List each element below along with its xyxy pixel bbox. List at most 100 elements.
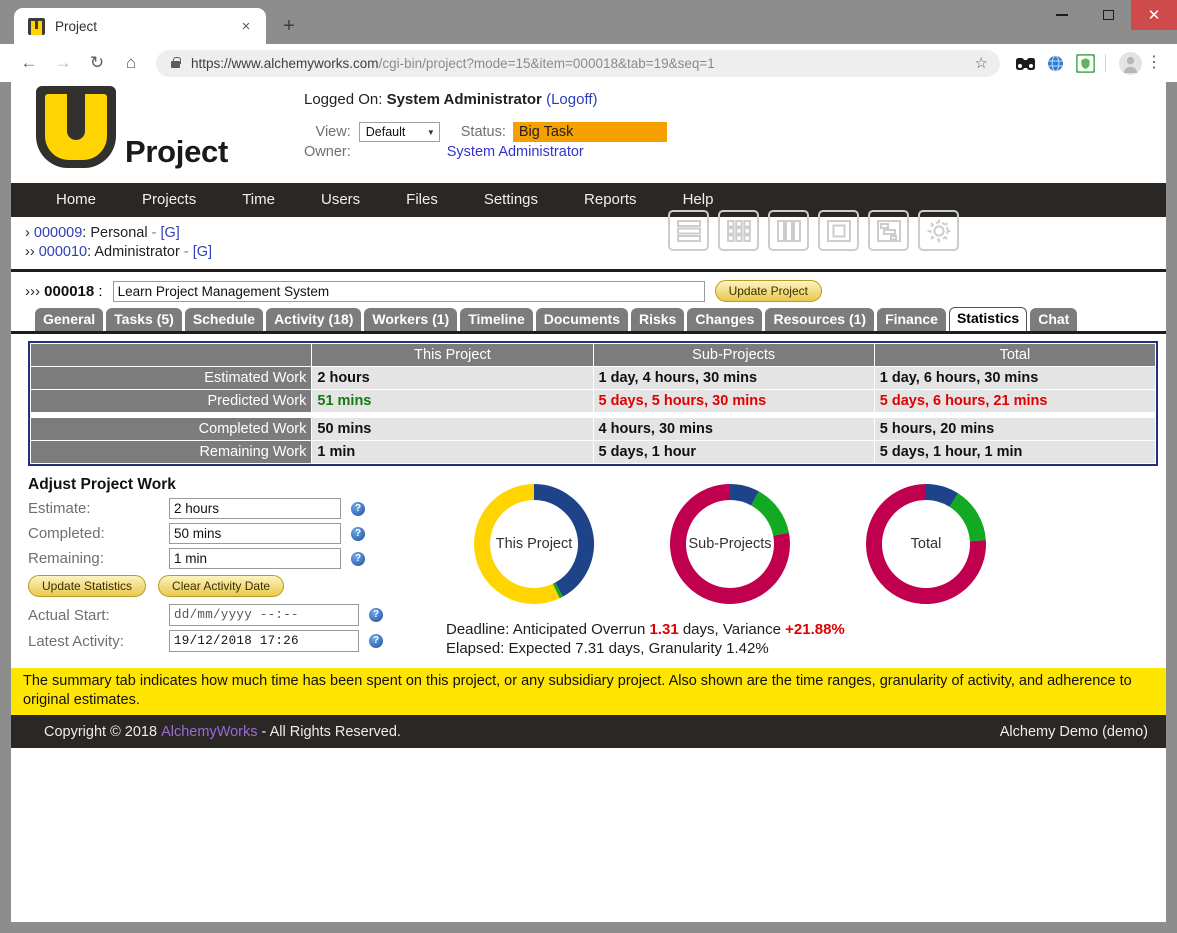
app-title: Project <box>125 134 228 169</box>
tab-schedule[interactable]: Schedule <box>184 308 264 331</box>
nav-item-home[interactable]: Home <box>33 183 119 217</box>
latest-activity-row: Latest Activity: ? <box>28 630 428 652</box>
breadcrumb-id[interactable]: 000009 <box>34 225 82 241</box>
table-row: Predicted Work 51 mins 5 days, 5 hours, … <box>31 390 1155 412</box>
browser-tab[interactable]: Project × <box>14 8 266 44</box>
grid-view-icon[interactable] <box>718 210 759 251</box>
tab-statistics[interactable]: Statistics <box>948 307 1028 331</box>
clear-activity-date-button[interactable]: Clear Activity Date <box>158 575 285 597</box>
tab-tasks[interactable]: Tasks (5) <box>106 308 182 331</box>
maximize-button[interactable] <box>1085 0 1131 30</box>
tab-workers[interactable]: Workers (1) <box>364 308 458 331</box>
tab-changes[interactable]: Changes <box>687 308 763 331</box>
view-mode-icons <box>668 210 959 251</box>
browser-menu-icon[interactable]: ⋮ <box>1143 54 1165 70</box>
settings-gear-icon[interactable] <box>918 210 959 251</box>
logged-on-user: System Administrator <box>386 91 542 108</box>
breadcrumb-tag[interactable]: [G] <box>160 225 179 241</box>
cell-predicted-this-project: 51 mins <box>312 390 593 412</box>
view-select-value: Default <box>365 125 406 139</box>
latest-activity-input[interactable] <box>169 630 359 652</box>
tab-general[interactable]: General <box>35 308 104 331</box>
estimate-input[interactable] <box>169 498 341 519</box>
project-name-input[interactable] <box>112 280 705 302</box>
nav-item-projects[interactable]: Projects <box>119 183 219 217</box>
actual-start-label: Actual Start: <box>28 606 110 624</box>
browser-window: Project × + ✕ ← → ↻ ⌂ https://www.alchem… <box>0 0 1177 933</box>
cell-completed-this-project: 50 mins <box>312 418 593 440</box>
breadcrumb-dash: - <box>183 244 189 260</box>
cell-remaining-this-project: 1 min <box>312 441 593 463</box>
actual-start-input[interactable] <box>169 604 359 626</box>
forward-icon[interactable]: → <box>48 48 78 78</box>
new-tab-icon[interactable]: + <box>274 11 304 41</box>
row-label-remaining-work: Remaining Work <box>31 441 312 463</box>
cell-remaining-total: 5 days, 1 hour, 1 min <box>874 441 1155 463</box>
latest-activity-label: Latest Activity: <box>28 632 124 650</box>
help-icon[interactable]: ? <box>369 608 383 622</box>
browser-toolbar: ← → ↻ ⌂ https://www.alchemyworks.com /cg… <box>0 44 1177 82</box>
brand-link[interactable]: AlchemyWorks <box>161 724 257 740</box>
statistics-table-wrap: This Project Sub-Projects Total Estimate… <box>11 334 1166 466</box>
deadline-prefix: Deadline: Anticipated Overrun <box>446 621 646 638</box>
minimize-button[interactable] <box>1039 0 1085 30</box>
reload-icon[interactable]: ↻ <box>82 48 112 78</box>
tab-documents[interactable]: Documents <box>535 308 628 331</box>
back-icon[interactable]: ← <box>14 48 44 78</box>
tab-activity[interactable]: Activity (18) <box>266 308 362 331</box>
columns-view-icon[interactable] <box>768 210 809 251</box>
update-statistics-button[interactable]: Update Statistics <box>28 575 147 597</box>
nav-item-files[interactable]: Files <box>383 183 461 217</box>
breadcrumb-item: › 000009: Personal - [G] <box>25 224 1166 243</box>
extension-globe-icon[interactable] <box>1042 50 1068 76</box>
owner-label: Owner: <box>304 144 351 160</box>
nested-box-view-icon[interactable] <box>818 210 859 251</box>
view-select[interactable]: Default ▼ <box>358 122 440 142</box>
gantt-view-icon[interactable] <box>868 210 909 251</box>
tab-finance[interactable]: Finance <box>877 308 946 331</box>
nav-item-settings[interactable]: Settings <box>461 183 561 217</box>
row-label-completed-work: Completed Work <box>31 418 312 440</box>
tab-risks[interactable]: Risks <box>630 308 685 331</box>
overrun-value: 1.31 <box>649 621 679 638</box>
close-window-button[interactable]: ✕ <box>1131 0 1177 30</box>
project-arrow: ››› <box>25 282 40 300</box>
status-label: Status: <box>460 124 506 140</box>
nav-item-reports[interactable]: Reports <box>561 183 660 217</box>
nav-item-users[interactable]: Users <box>298 183 383 217</box>
lock-icon <box>171 57 181 68</box>
help-icon[interactable]: ? <box>351 551 365 566</box>
tab-chat[interactable]: Chat <box>1030 308 1078 331</box>
tab-resources[interactable]: Resources (1) <box>765 308 875 331</box>
cell-predicted-total: 5 days, 6 hours, 21 mins <box>874 390 1155 412</box>
extension-binoculars-icon[interactable] <box>1012 50 1038 76</box>
actual-start-row: Actual Start: ? <box>28 604 428 626</box>
help-icon[interactable]: ? <box>351 526 365 541</box>
completed-input[interactable] <box>169 523 341 544</box>
charts-panel: This Project Sub-Projects Total Deadline… <box>428 476 1166 658</box>
list-view-icon[interactable] <box>668 210 709 251</box>
profile-avatar-icon[interactable] <box>1117 50 1143 76</box>
info-banner: The summary tab indicates how much time … <box>11 668 1166 715</box>
remaining-input[interactable] <box>169 548 341 569</box>
bookmark-star-icon[interactable]: ☆ <box>965 54 988 72</box>
col-header-total: Total <box>874 344 1155 366</box>
deadline-mid: days, Variance <box>682 621 781 638</box>
nav-item-time[interactable]: Time <box>219 183 298 217</box>
update-project-button[interactable]: Update Project <box>714 280 822 302</box>
project-id-sep: : <box>98 282 103 300</box>
owner-value[interactable]: System Administrator <box>447 144 584 160</box>
logoff-link[interactable]: (Logoff) <box>546 91 597 108</box>
home-icon[interactable]: ⌂ <box>116 48 146 78</box>
copyright-prefix: Copyright © 2018 <box>44 723 158 740</box>
cell-remaining-sub-projects: 5 days, 1 hour <box>593 441 874 463</box>
app-logo: Project <box>36 86 228 169</box>
extension-shield-icon[interactable] <box>1072 50 1098 76</box>
breadcrumb-id[interactable]: 000010 <box>39 244 87 260</box>
breadcrumb-tag[interactable]: [G] <box>193 244 212 260</box>
address-bar[interactable]: https://www.alchemyworks.com /cgi-bin/pr… <box>156 49 1000 77</box>
help-icon[interactable]: ? <box>351 501 365 516</box>
tab-timeline[interactable]: Timeline <box>460 308 533 331</box>
help-icon[interactable]: ? <box>369 634 383 648</box>
close-tab-icon[interactable]: × <box>236 16 256 36</box>
